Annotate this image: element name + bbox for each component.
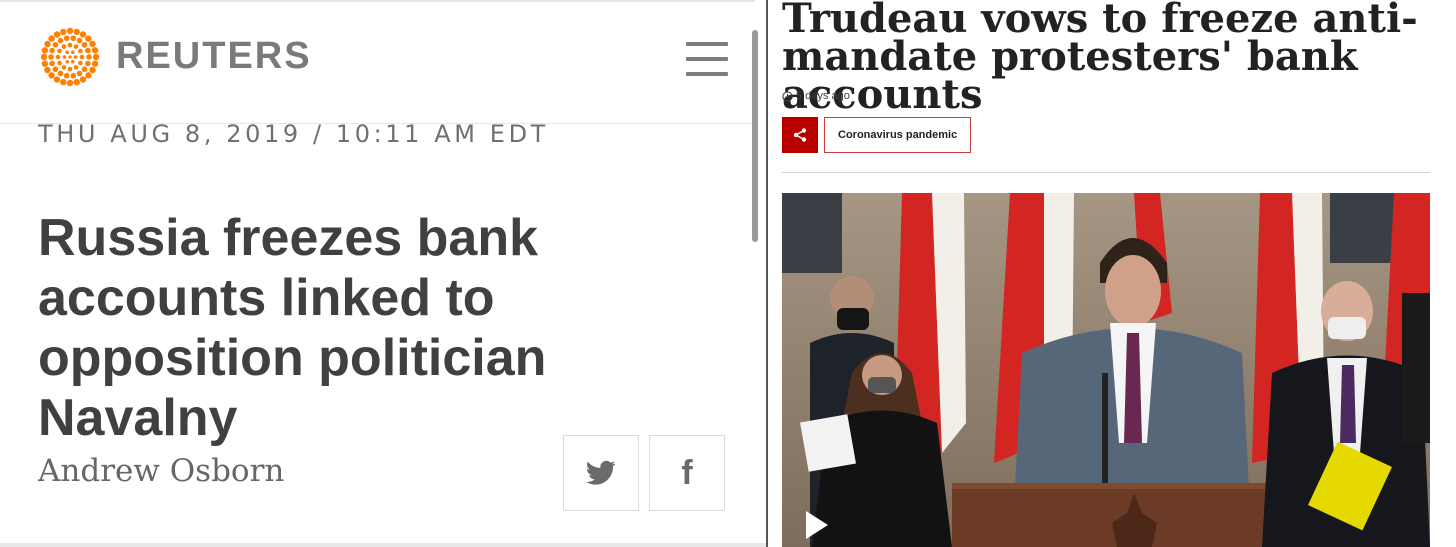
play-icon[interactable] (796, 505, 836, 545)
logo-dot (78, 48, 83, 54)
logo-dot (91, 47, 99, 54)
facebook-share-button[interactable]: f (649, 435, 725, 511)
clock-icon (782, 90, 793, 102)
logo-dot (73, 28, 80, 36)
share-button[interactable] (782, 117, 818, 153)
bbc-article-panel: Trudeau vows to freeze anti-mandate prot… (768, 0, 1456, 547)
bbc-timestamp-text: 5 days ago (796, 90, 850, 102)
logo-dot (57, 48, 62, 54)
logo-dot (57, 60, 62, 66)
facebook-icon: f (681, 453, 693, 492)
logo-dot (52, 66, 59, 73)
article-dateline: THU AUG 8, 2019 / 10:11 AM EDT (38, 120, 549, 148)
bbc-timestamp: 5 days ago (782, 90, 850, 102)
logo-dot (67, 42, 73, 48)
logo-dot (86, 54, 92, 60)
logo-dot (79, 54, 85, 60)
logo-dot (61, 65, 67, 70)
logo-dot (68, 55, 72, 59)
article-byline[interactable]: Andrew Osborn (38, 453, 284, 489)
logo-dot (70, 59, 75, 64)
logo-dot (44, 40, 51, 48)
logo-dot (81, 41, 88, 48)
logo-dot (92, 53, 100, 61)
logo-dot (91, 60, 99, 67)
video-still-image (782, 193, 1430, 547)
article-headline: Russia freezes bank accounts linked to o… (38, 209, 547, 447)
logo-dot (85, 72, 92, 79)
reuters-logo-icon[interactable] (38, 27, 102, 87)
logo-dot (66, 79, 74, 87)
video-player[interactable] (782, 193, 1430, 547)
logo-dot (53, 76, 61, 83)
logo-dot (85, 47, 91, 54)
logo-dot (81, 66, 88, 73)
logo-dot (66, 27, 74, 35)
logo-dot (57, 37, 64, 44)
twitter-share-button[interactable] (563, 435, 639, 511)
logo-dot (70, 35, 77, 42)
logo-dot (73, 55, 78, 59)
logo-dot (60, 28, 67, 36)
menu-icon[interactable] (686, 42, 728, 76)
logo-dot (73, 78, 80, 86)
logo-dot (73, 65, 79, 70)
logo-dot (85, 60, 91, 67)
logo-dot (48, 72, 55, 79)
logo-dot (62, 55, 67, 59)
logo-dot (41, 60, 49, 67)
logo-dot (49, 60, 55, 67)
logo-dot (53, 31, 61, 38)
logo-dot (63, 72, 70, 79)
reuters-header: REUTERS (0, 0, 755, 124)
logo-dot (55, 54, 61, 60)
logo-dot (61, 44, 67, 49)
reuters-article-panel: REUTERS THU AUG 8, 2019 / 10:11 AM EDT R… (0, 0, 766, 547)
logo-dot (48, 54, 54, 60)
logo-dot (70, 50, 75, 55)
logo-dot (89, 40, 96, 48)
twitter-icon (586, 460, 616, 485)
logo-dot (41, 47, 49, 54)
logo-dot (49, 47, 55, 54)
logo-dot (79, 31, 87, 38)
scrollbar[interactable] (752, 30, 758, 242)
reuters-brand[interactable]: REUTERS (116, 35, 312, 78)
logo-dot (70, 72, 77, 79)
logo-dot (65, 50, 70, 55)
logo-dot (57, 70, 64, 77)
logo-dot (76, 70, 83, 77)
logo-dot (65, 59, 70, 64)
bbc-headline: Trudeau vows to freeze anti-mandate prot… (782, 0, 1418, 118)
logo-dot (76, 37, 83, 44)
logo-dot (48, 35, 55, 42)
logo-dot (67, 66, 73, 72)
header-rule (782, 172, 1430, 173)
logo-dot (79, 76, 87, 83)
panel-bottom-rule (0, 543, 766, 547)
logo-dot (78, 60, 83, 66)
logo-dot (60, 78, 67, 86)
logo-dot (63, 35, 70, 42)
logo-dot (52, 41, 59, 48)
topic-tag-link[interactable]: Coronavirus pandemic (824, 117, 972, 153)
logo-dot (85, 35, 92, 42)
logo-dot (73, 44, 79, 49)
logo-dot (40, 53, 48, 61)
logo-dot (44, 66, 51, 74)
share-icon (793, 128, 807, 142)
logo-dot (89, 66, 96, 74)
